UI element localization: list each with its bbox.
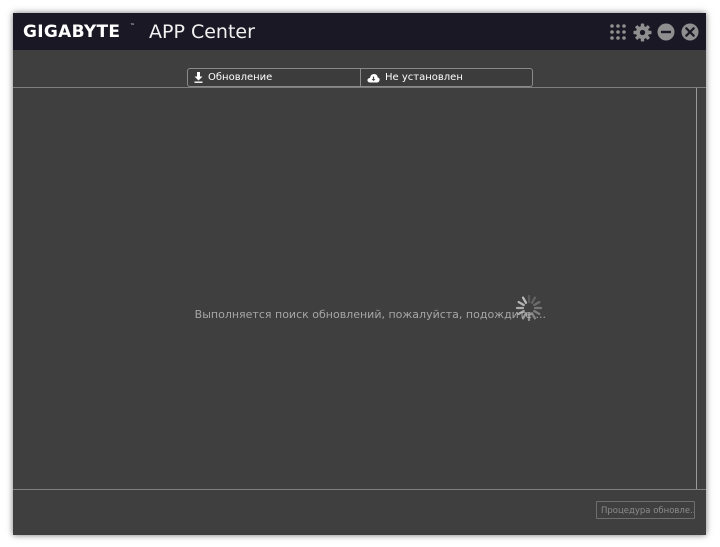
- content-bottom-divider: [13, 489, 706, 490]
- spinner-spoke: [533, 309, 541, 316]
- spinner-spoke: [517, 300, 525, 307]
- title-controls: [608, 22, 700, 42]
- spinner-spoke: [521, 312, 528, 320]
- content-area: [13, 88, 696, 489]
- close-icon[interactable]: [680, 22, 700, 42]
- scrollbar[interactable]: [696, 88, 697, 489]
- app-title: APP Center: [149, 21, 255, 43]
- brand-logo: GIGABYTE: [23, 22, 121, 42]
- spinner-spoke: [521, 296, 528, 304]
- minimize-icon[interactable]: [656, 22, 676, 42]
- spinner-spoke: [530, 296, 537, 304]
- cloud-download-icon: [367, 73, 380, 82]
- tab-updates-label: Обновление: [208, 72, 273, 83]
- tab-not-installed-label: Не установлен: [385, 72, 463, 83]
- status-text: Выполняется поиск обновлений, пожалуйста…: [194, 308, 546, 321]
- spinner-spoke: [533, 300, 541, 307]
- tab-bar: Обновление Не установлен: [187, 68, 533, 87]
- tab-not-installed[interactable]: Не установлен: [360, 69, 532, 86]
- gear-icon[interactable]: [632, 22, 652, 42]
- tab-updates[interactable]: Обновление: [188, 69, 360, 86]
- spinner-spoke: [517, 309, 525, 316]
- loading-spinner-icon: [515, 294, 543, 322]
- app-window: GIGABYTE ™ APP Center Обновление Не уста…: [13, 13, 706, 535]
- update-procedure-button[interactable]: Процедура обновле...: [596, 501, 695, 519]
- download-icon: [194, 72, 203, 83]
- title-bar[interactable]: GIGABYTE ™ APP Center: [13, 13, 706, 50]
- brand-trademark: ™: [130, 23, 135, 29]
- apps-grid-icon[interactable]: [608, 22, 628, 42]
- spinner-spoke: [530, 312, 537, 320]
